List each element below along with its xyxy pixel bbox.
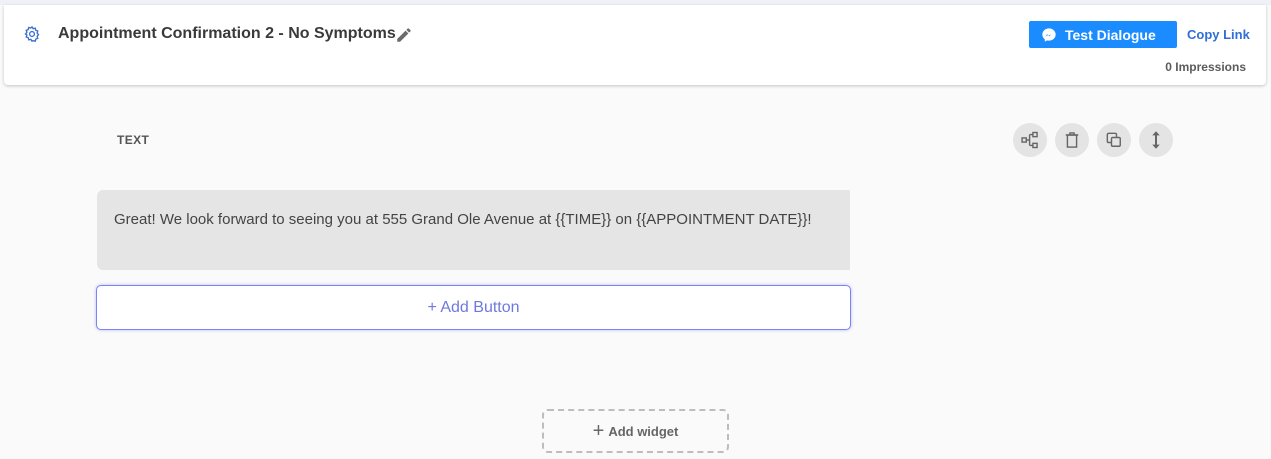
copy-link[interactable]: Copy Link (1187, 27, 1250, 42)
flow-icon (1021, 131, 1038, 149)
delete-button[interactable] (1055, 123, 1089, 157)
dialogue-header: Appointment Confirmation 2 - No Symptoms… (4, 5, 1266, 85)
duplicate-icon (1106, 132, 1121, 147)
add-button[interactable]: + Add Button (96, 285, 851, 330)
plus-icon: + (592, 420, 605, 442)
duplicate-button[interactable] (1097, 123, 1131, 157)
messenger-icon (1042, 27, 1056, 42)
resize-vertical-icon (1152, 131, 1160, 149)
page-title: Appointment Confirmation 2 - No Symptoms (58, 25, 396, 42)
gear-icon[interactable] (23, 25, 41, 43)
resize-button[interactable] (1139, 123, 1173, 157)
test-dialogue-label: Test Dialogue (1065, 26, 1156, 43)
edit-pencil-icon[interactable] (395, 26, 413, 44)
test-dialogue-button[interactable]: Test Dialogue (1029, 21, 1177, 48)
trash-icon (1065, 132, 1079, 148)
widget-type-label: TEXT (117, 133, 150, 147)
add-widget-button[interactable]: + Add widget (542, 409, 729, 453)
impressions-count: 0 Impressions (1165, 60, 1246, 74)
message-bubble[interactable]: Great! We look forward to seeing you at … (97, 190, 850, 270)
flow-button[interactable] (1013, 123, 1047, 157)
add-widget-label: Add widget (608, 423, 679, 439)
